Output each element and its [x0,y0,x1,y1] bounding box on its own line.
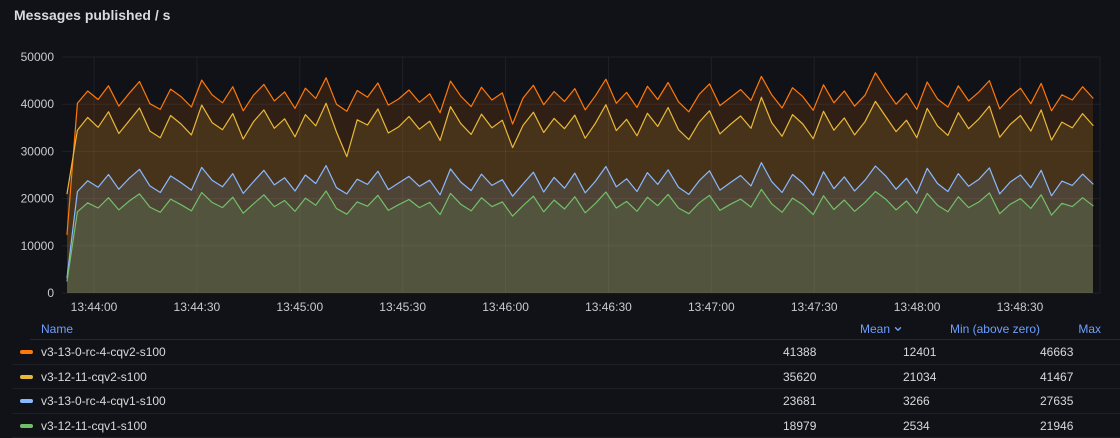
legend-row: v3-12-11-cqv1-s100 18979 2534 21946 [0,414,1120,438]
x-axis-tick-label: 13:47:00 [688,300,735,314]
legend-row: v3-12-11-cqv2-s100 35620 21034 41467 [0,365,1120,390]
series-max-value: 21946 [1040,419,1101,433]
series-min-value: 12401 [903,345,1040,359]
series-color-swatch [20,350,33,354]
x-axis-tick-label: 13:47:30 [791,300,838,314]
x-axis-tick-label: 13:44:00 [71,300,118,314]
series-color-swatch [20,399,33,403]
series-name-label[interactable]: v3-13-0-rc-4-cqv2-s100 [41,345,783,359]
x-axis-tick-label: 13:45:30 [379,300,426,314]
legend-header-name[interactable]: Name [41,322,783,336]
series-max-value: 41467 [1040,370,1101,384]
y-axis-tick-label: 20000 [21,192,55,206]
series-max-value: 46663 [1040,345,1101,359]
legend-header-mean[interactable]: Mean [783,322,903,336]
x-axis-tick-label: 13:48:30 [997,300,1044,314]
series-color-swatch [20,424,33,428]
legend-row: v3-13-0-rc-4-cqv2-s100 41388 12401 46663 [0,340,1120,365]
series-color-swatch [20,375,33,379]
grafana-panel: Messages published / s 01000020000300004… [0,0,1120,438]
legend-header-row: Name Mean Min (above zero) Max [0,318,1120,340]
x-axis-tick-label: 13:48:00 [894,300,941,314]
series-name-label[interactable]: v3-13-0-rc-4-cqv1-s100 [41,394,783,408]
x-axis-tick-label: 13:44:30 [174,300,221,314]
sort-desc-icon [893,324,903,334]
series-name-label[interactable]: v3-12-11-cqv2-s100 [41,370,783,384]
x-axis-tick-label: 13:46:30 [585,300,632,314]
series-name-label[interactable]: v3-12-11-cqv1-s100 [41,419,783,433]
legend-table: Name Mean Min (above zero) Max v3-13-0-r… [0,318,1120,438]
y-axis-tick-label: 40000 [21,97,55,111]
series-mean-value: 18979 [783,419,903,433]
y-axis-tick-label: 10000 [21,239,55,253]
time-series-chart[interactable]: 0 10000 20000 30000 40000 50000 13:44:00 13:44:… [0,0,1120,316]
x-axis-tick-label: 13:46:00 [482,300,529,314]
legend-header-min-above-zero[interactable]: Min (above zero) [903,322,1040,336]
y-axis-tick-label: 50000 [21,50,55,64]
series-min-value: 3266 [903,394,1040,408]
series-mean-value: 35620 [783,370,903,384]
y-axis-tick-label: 30000 [21,144,55,158]
series-mean-value: 23681 [783,394,903,408]
series-min-value: 21034 [903,370,1040,384]
legend-header-mean-label: Mean [860,322,890,336]
legend-header-max[interactable]: Max [1040,322,1101,336]
y-axis-tick-label: 0 [47,286,54,300]
legend-row: v3-13-0-rc-4-cqv1-s100 23681 3266 27635 [0,389,1120,414]
series-max-value: 27635 [1040,394,1101,408]
x-axis-tick-label: 13:45:00 [276,300,323,314]
series-mean-value: 41388 [783,345,903,359]
series-min-value: 2534 [903,419,1040,433]
